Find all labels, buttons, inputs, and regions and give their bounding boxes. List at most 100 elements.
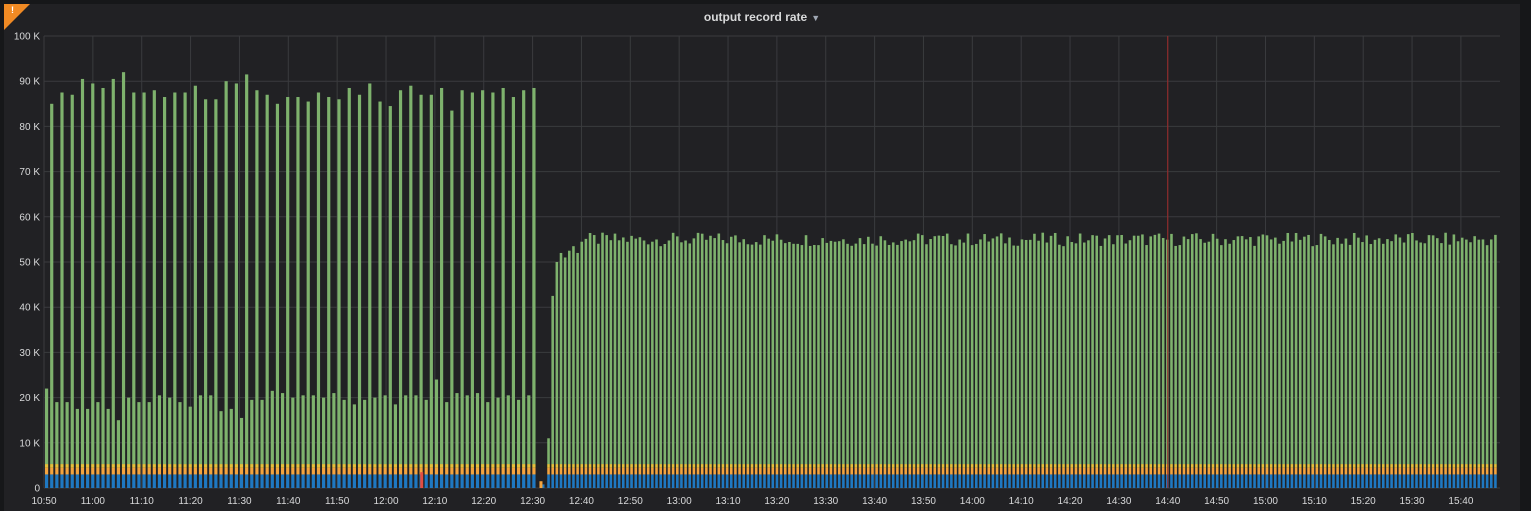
- bar: [572, 246, 575, 465]
- bar-segment-yellow: [1323, 464, 1327, 468]
- bar-segment-orange: [178, 467, 182, 475]
- bar-segment-yellow: [970, 464, 974, 468]
- bar: [1473, 236, 1476, 465]
- bar-segment-orange: [680, 467, 683, 475]
- bar: [975, 243, 978, 465]
- bar: [250, 399, 254, 465]
- bar-segment-orange: [1136, 467, 1140, 475]
- bar: [1203, 242, 1207, 465]
- bar: [846, 243, 849, 465]
- x-axis: 10:50 11:00 11:10 11:20 11:30 11:40 11:50 12:00…: [31, 496, 1473, 507]
- bar-segment-blue: [357, 474, 362, 488]
- bar-segment-blue: [945, 474, 949, 488]
- bar-segment-yellow: [547, 464, 550, 468]
- bar-segment-orange: [388, 467, 392, 475]
- bar-segment-orange: [759, 467, 762, 475]
- bar-segment-orange: [1112, 467, 1115, 475]
- bar-segment-blue: [1066, 474, 1069, 488]
- bar-series: [45, 72, 1497, 488]
- bar-segment-blue: [933, 474, 937, 488]
- bar-segment-blue: [813, 474, 816, 488]
- bar: [1261, 234, 1265, 465]
- bar-segment-orange: [1182, 467, 1186, 475]
- bar-segment-orange: [547, 467, 550, 475]
- bar-segment-blue: [958, 474, 961, 488]
- bar-segment-orange: [945, 467, 949, 475]
- bar-segment-blue: [1107, 474, 1111, 488]
- bar-segment-blue: [173, 474, 177, 488]
- bar-segment-orange: [101, 467, 105, 475]
- bar-segment-orange: [1220, 467, 1223, 475]
- bar: [1157, 233, 1161, 465]
- bar-segment-blue: [1103, 474, 1107, 488]
- bar-segment-blue: [91, 474, 95, 488]
- bar-segment-orange: [638, 467, 642, 475]
- bar: [1182, 236, 1186, 465]
- x-tick-label: 11:30: [227, 496, 252, 507]
- x-tick-label: 15:30: [1400, 496, 1425, 507]
- bar-segment-orange: [1336, 467, 1339, 475]
- bar-segment-blue: [891, 474, 895, 488]
- bar: [162, 97, 167, 465]
- bar-segment-orange: [347, 467, 351, 475]
- bar-segment-blue: [970, 474, 974, 488]
- y-tick-label: 70 K: [19, 167, 40, 178]
- bar-segment-blue: [705, 474, 708, 488]
- bar: [1016, 245, 1020, 465]
- bar-segment-blue: [188, 474, 192, 488]
- bar-segment-yellow: [721, 464, 725, 468]
- bar: [1136, 235, 1140, 465]
- bar-segment-orange: [1265, 467, 1269, 475]
- y-tick-label: 60 K: [19, 212, 40, 223]
- bar-segment-yellow: [142, 464, 146, 468]
- bar-segment-blue: [1298, 474, 1302, 488]
- bar: [775, 234, 779, 465]
- bar-segment-blue: [1465, 474, 1468, 488]
- bar-segment-blue: [522, 474, 526, 488]
- bar-segment-orange: [754, 467, 758, 475]
- bar-segment-yellow: [1423, 464, 1427, 468]
- bar-segment-blue: [404, 474, 408, 488]
- bar-segment-blue: [642, 474, 646, 488]
- bar-segment-orange: [1274, 467, 1277, 475]
- bar-segment-blue: [746, 474, 750, 488]
- bar-segment-yellow: [605, 464, 608, 468]
- bar-segment-blue: [234, 474, 238, 488]
- bar: [638, 237, 642, 465]
- bar-segment-blue: [742, 474, 746, 488]
- bar-segment-orange: [995, 467, 999, 475]
- bar-segment-yellow: [842, 464, 845, 468]
- bar-segment-blue: [378, 474, 382, 488]
- bar-segment-yellow: [414, 464, 418, 468]
- bar-segment-yellow: [825, 464, 829, 468]
- bar-segment-yellow: [1440, 464, 1443, 468]
- bar-segment-yellow: [65, 464, 69, 468]
- bar-segment-yellow: [717, 464, 721, 468]
- bar-segment-yellow: [209, 464, 213, 468]
- bar-segment-orange: [763, 467, 766, 475]
- bar-segment-blue: [829, 474, 833, 488]
- bar-segment-blue: [1232, 474, 1236, 488]
- bar-segment-orange: [738, 467, 741, 475]
- bar-segment-orange: [858, 467, 862, 475]
- bar-segment-yellow: [440, 464, 444, 468]
- bar-segment-blue: [912, 474, 916, 488]
- bar-segment-yellow: [1157, 464, 1161, 468]
- bar-segment-orange: [954, 467, 957, 475]
- bar-segment-yellow: [152, 464, 156, 468]
- bar-segment-yellow: [1074, 464, 1078, 468]
- bar: [601, 232, 604, 465]
- gap-bar: [539, 481, 543, 488]
- bar-segment-orange: [301, 467, 305, 475]
- bar-segment-blue: [1008, 474, 1011, 488]
- bar-segment-orange: [209, 467, 213, 475]
- bar: [655, 239, 658, 465]
- bar: [559, 252, 563, 465]
- bar-segment-blue: [854, 474, 858, 488]
- y-tick-label: 30 K: [19, 348, 40, 359]
- bar: [1265, 235, 1269, 465]
- bar-segment-yellow: [168, 464, 172, 468]
- bar-segment-blue: [921, 474, 924, 488]
- bar-segment-blue: [1269, 474, 1273, 488]
- y-tick-label: 10 K: [19, 438, 40, 449]
